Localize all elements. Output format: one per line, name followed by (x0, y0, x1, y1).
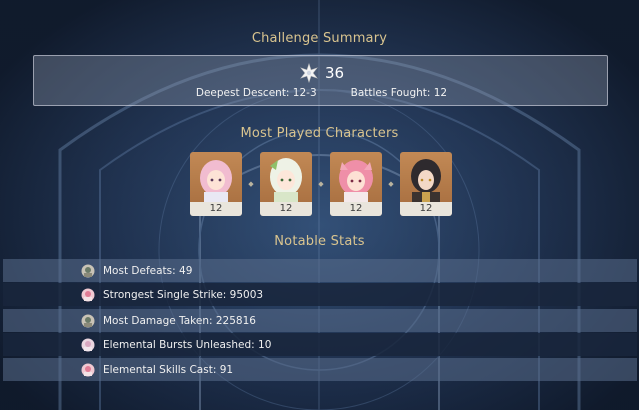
character-avatar-icon (81, 314, 95, 327)
character-card[interactable]: 12 (400, 152, 452, 216)
character-card[interactable]: 12 (190, 152, 242, 216)
star-count-row: 36 (34, 63, 609, 83)
summary-box: 36 Deepest Descent: 12-3 Battles Fought:… (33, 55, 608, 106)
character-level: 12 (400, 202, 452, 216)
character-portrait-pink-fox-ears-icon (339, 160, 373, 202)
character-card[interactable]: 12 (260, 152, 312, 216)
stat-row-strongest-strike: Strongest Single Strike: 95003 (3, 283, 637, 306)
character-level: 12 (190, 202, 242, 216)
character-list: 12 ◆ 12 ◆ 12 ◆ 12 (190, 152, 452, 216)
character-level: 12 (260, 202, 312, 216)
stat-text: Strongest Single Strike: 95003 (103, 288, 264, 301)
character-avatar-icon (81, 363, 95, 376)
star-count: 36 (324, 64, 345, 82)
battles-fought: Battles Fought: 12 (350, 87, 448, 99)
character-portrait-pink-hair-icon (200, 160, 232, 202)
separator-dot: ◆ (388, 180, 394, 188)
character-portrait-dark-hair-icon (411, 159, 441, 202)
stat-row-most-defeats: Most Defeats: 49 (3, 259, 637, 282)
challenge-summary-screen: Challenge Summary 36 Deepest Descent: 12… (0, 0, 639, 410)
stat-row-skills-cast: Elemental Skills Cast: 91 (3, 358, 637, 381)
separator-dot: ◆ (248, 180, 254, 188)
most-played-characters-title: Most Played Characters (240, 126, 399, 141)
stat-text: Elemental Bursts Unleashed: 10 (103, 338, 272, 351)
stat-text: Most Damage Taken: 225816 (103, 314, 256, 327)
deepest-descent: Deepest Descent: 12-3 (195, 87, 317, 99)
summary-stats: Deepest Descent: 12-3 Battles Fought: 12 (34, 87, 609, 99)
abyss-star-icon (300, 63, 318, 83)
character-portrait-white-hair-icon (270, 158, 302, 202)
notable-stats-title: Notable Stats (274, 234, 365, 249)
challenge-summary-title: Challenge Summary (251, 31, 388, 46)
character-card[interactable]: 12 (330, 152, 382, 216)
separator-dot: ◆ (318, 180, 324, 188)
stat-row-most-damage-taken: Most Damage Taken: 225816 (3, 309, 637, 332)
stat-row-bursts-unleashed: Elemental Bursts Unleashed: 10 (3, 333, 637, 356)
stat-text: Most Defeats: 49 (103, 264, 193, 277)
character-avatar-icon (81, 338, 95, 351)
character-level: 12 (330, 202, 382, 216)
character-avatar-icon (81, 264, 95, 277)
stat-text: Elemental Skills Cast: 91 (103, 363, 234, 376)
character-avatar-icon (81, 288, 95, 301)
